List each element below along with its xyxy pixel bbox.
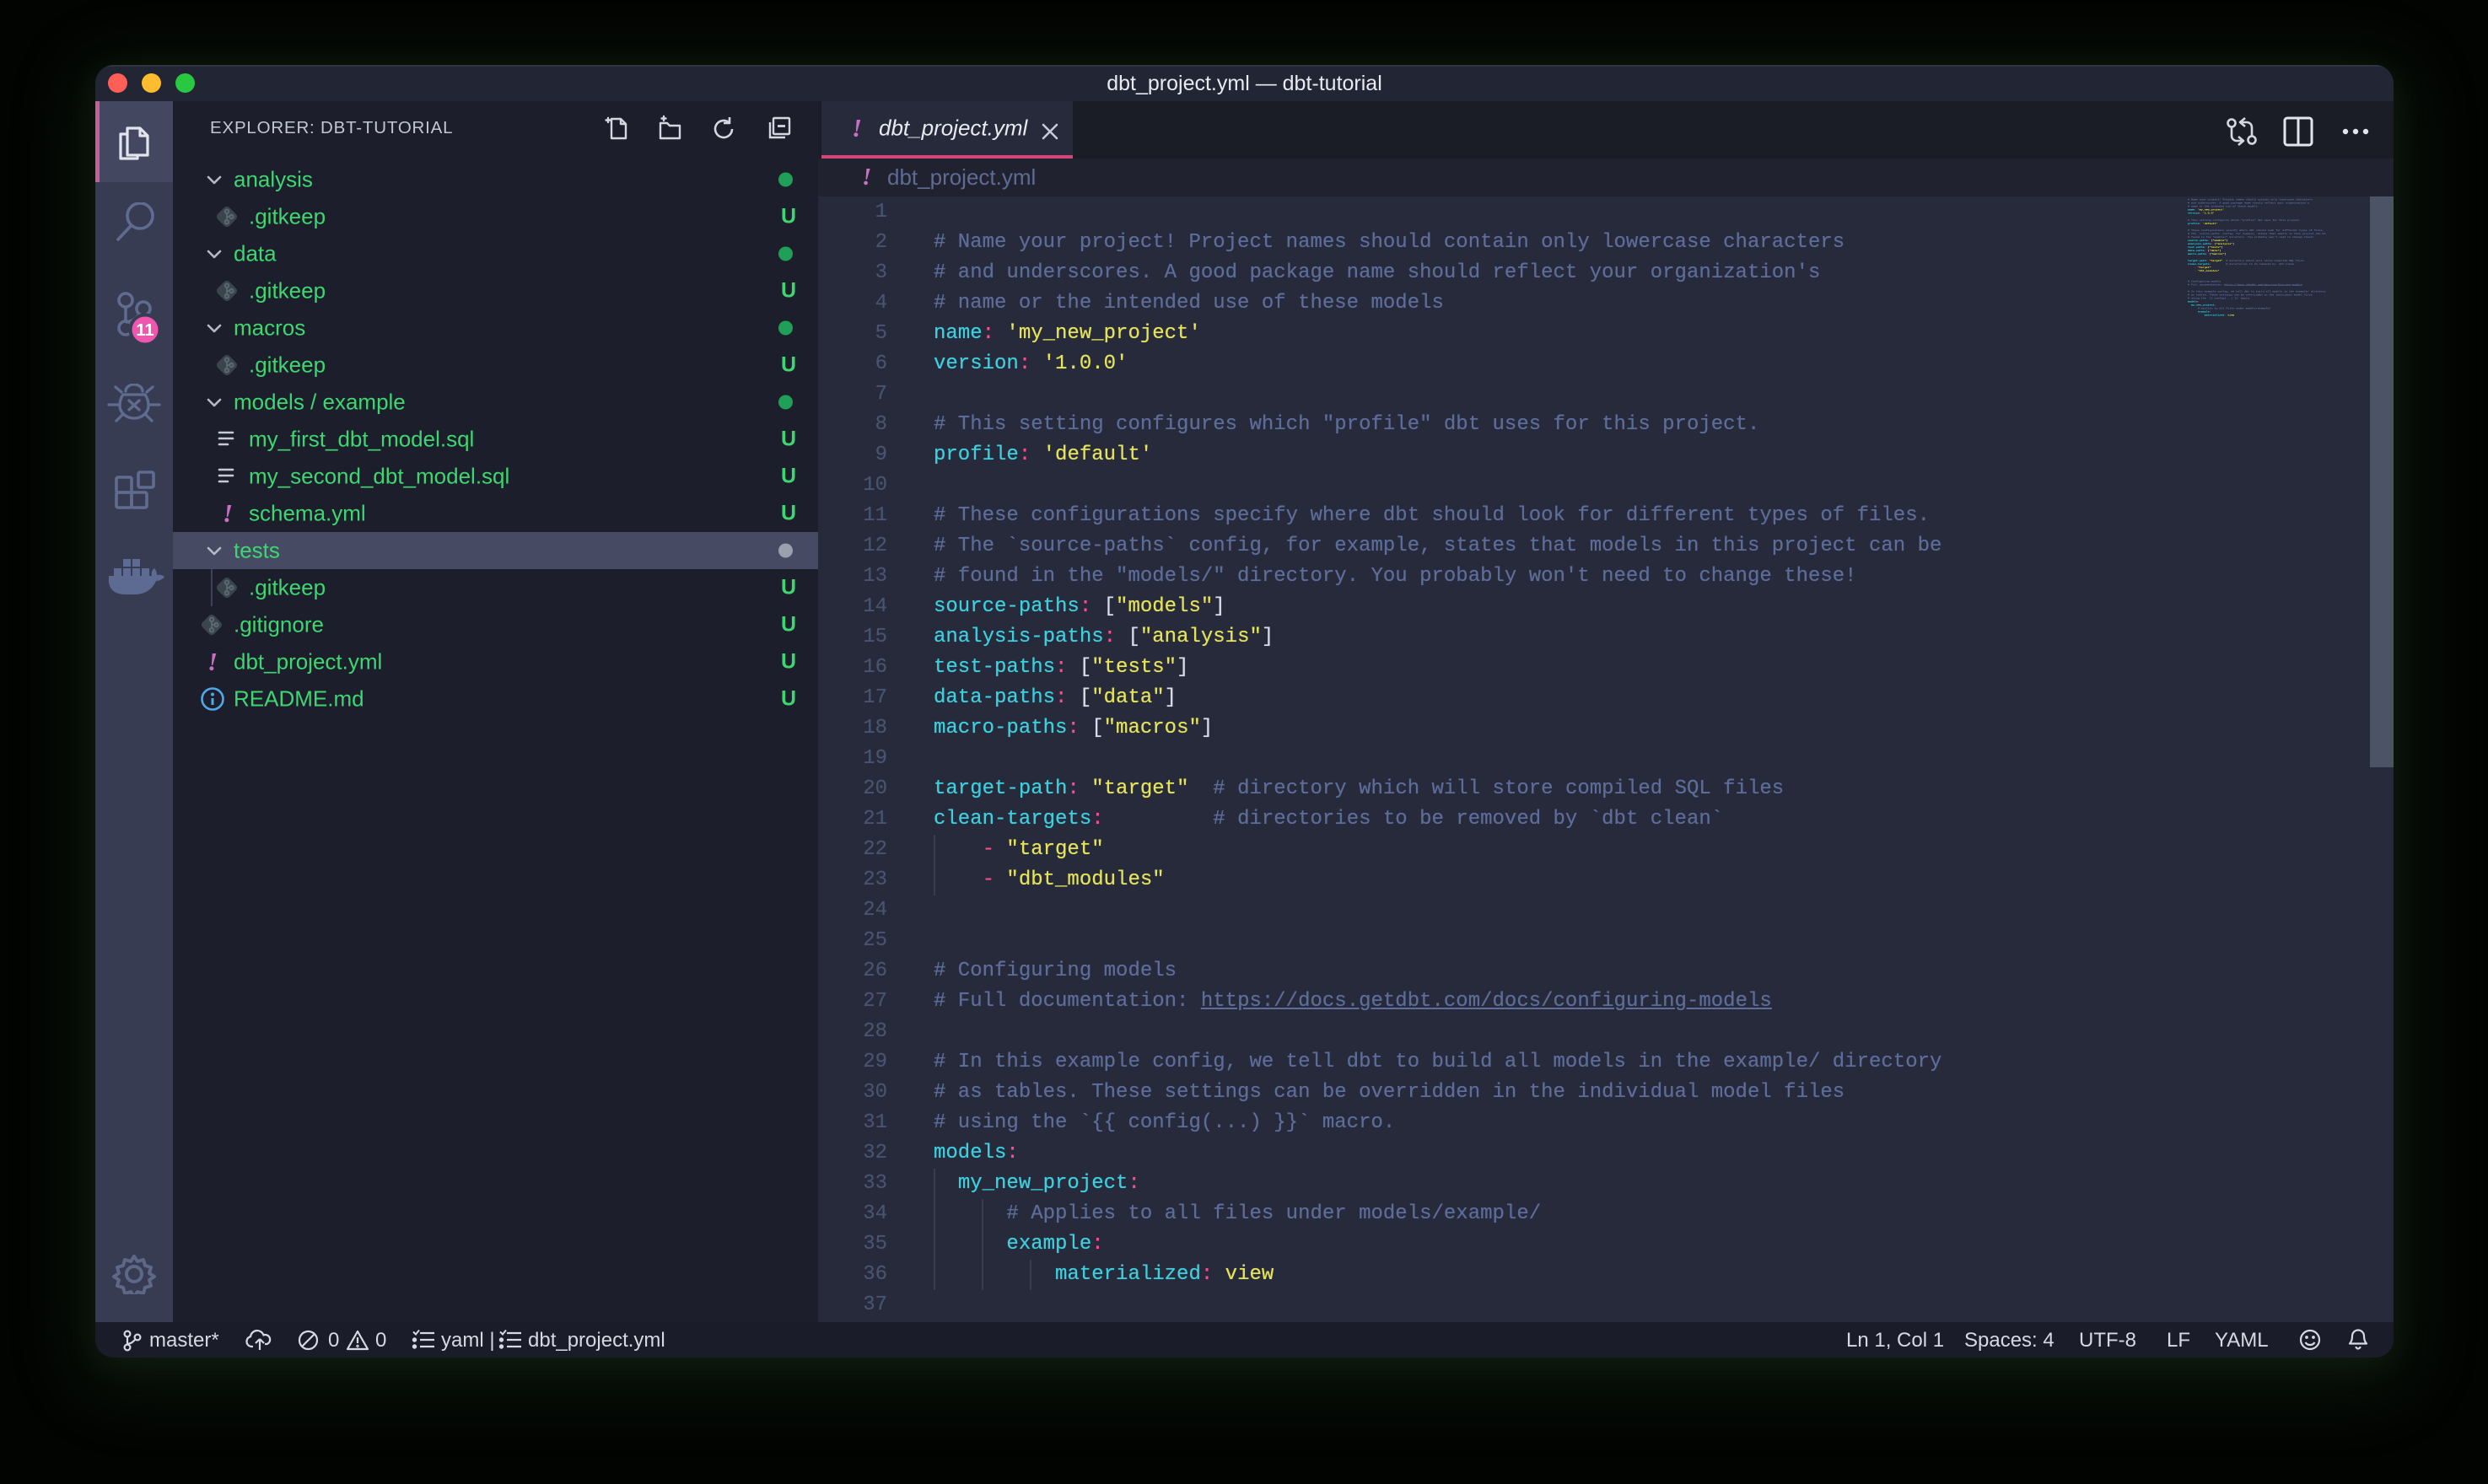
svg-text:11: 11 bbox=[136, 321, 153, 340]
